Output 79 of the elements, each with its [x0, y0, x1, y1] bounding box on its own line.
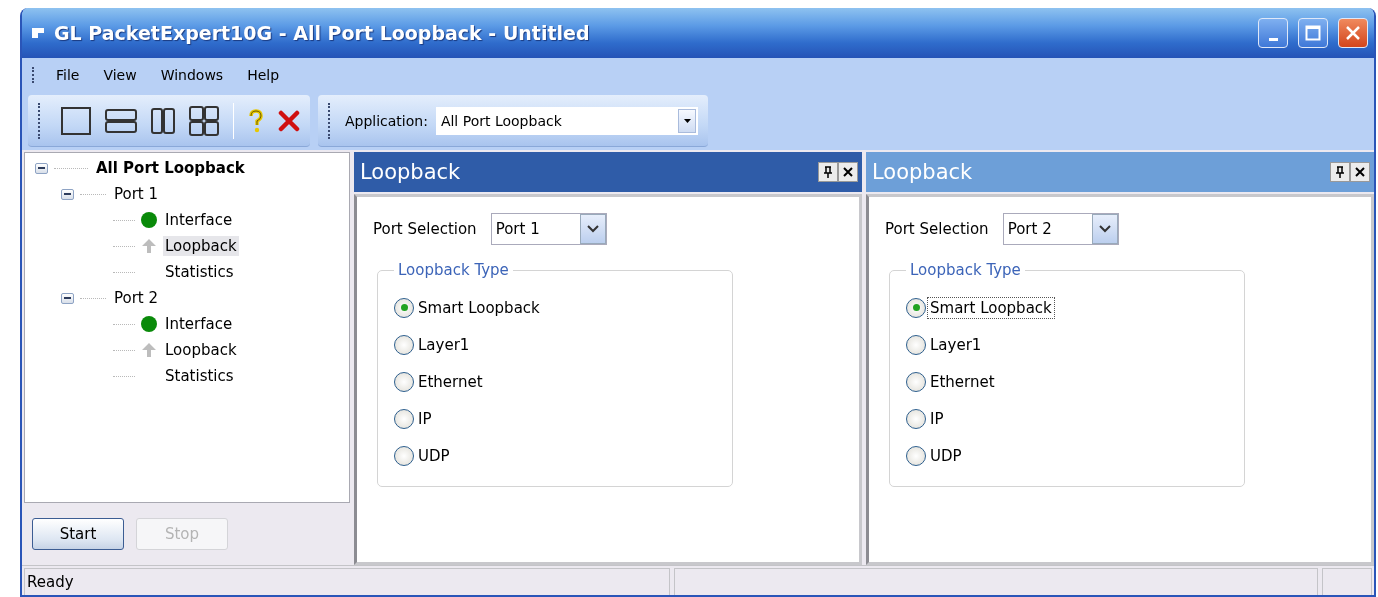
port-selection-label: Port Selection: [373, 220, 477, 238]
minimize-icon: [1268, 37, 1278, 41]
arrow-up-icon: [141, 238, 157, 254]
radio-label: IP: [417, 408, 433, 430]
radio-label: IP: [929, 408, 945, 430]
pin-icon: [823, 166, 833, 178]
port-dropdown[interactable]: Port 2: [1002, 213, 1119, 245]
app-icon: [32, 28, 44, 38]
tree-item[interactable]: Interface: [163, 210, 235, 230]
radio-label: Layer1: [929, 334, 983, 356]
radio-button[interactable]: [906, 297, 926, 318]
minimize-button[interactable]: [1258, 18, 1288, 48]
close-icon: [1345, 25, 1361, 41]
tree-item[interactable]: All Port Loopback: [94, 158, 247, 178]
port-selection-label: Port Selection: [885, 220, 989, 238]
panel-title: Loopback: [872, 160, 974, 184]
single-pane-icon[interactable]: [61, 106, 91, 135]
radio-button[interactable]: [906, 445, 926, 466]
radio-button[interactable]: [906, 334, 926, 355]
grip-icon: [38, 102, 41, 139]
pin-icon: [1335, 166, 1345, 178]
tree-item[interactable]: Port 1: [112, 184, 161, 204]
tree-item[interactable]: Loopback: [163, 236, 239, 256]
radio-button[interactable]: [906, 408, 926, 429]
tree-item[interactable]: Interface: [163, 314, 235, 334]
menu-item[interactable]: Help: [238, 65, 289, 85]
grip-icon: [32, 67, 35, 83]
radio-label: UDP: [929, 445, 963, 467]
pin-button[interactable]: [818, 162, 838, 182]
menu-item[interactable]: View: [94, 65, 146, 85]
application-label: Application:: [344, 112, 428, 129]
menu-item[interactable]: File: [47, 65, 89, 85]
radio-button[interactable]: [394, 371, 414, 392]
start-button[interactable]: Start: [32, 518, 124, 550]
grip-icon: [328, 102, 331, 139]
collapse-icon[interactable]: [61, 292, 74, 304]
arrow-up-icon: [141, 342, 157, 358]
close-icon: [1354, 166, 1366, 178]
chevron-down-icon: [1098, 225, 1111, 233]
maximize-icon: [1305, 25, 1321, 41]
radio-label: Ethernet: [417, 371, 484, 393]
grid-icon[interactable]: [189, 105, 219, 136]
group-title: Loopback Type: [909, 261, 1022, 279]
status-dot-icon: [141, 212, 157, 228]
panel-title: Loopback: [360, 160, 462, 184]
radio-label: UDP: [417, 445, 451, 467]
horizontal-split-icon[interactable]: [105, 108, 137, 133]
status-dot-icon: [141, 316, 157, 332]
help-icon[interactable]: [248, 108, 264, 133]
collapse-icon[interactable]: [35, 162, 48, 174]
radio-button[interactable]: [394, 445, 414, 466]
radio-label: Smart Loopback: [417, 297, 541, 319]
port-dropdown[interactable]: Port 1: [490, 213, 607, 245]
radio-button[interactable]: [394, 334, 414, 355]
application-dropdown[interactable]: All Port Loopback: [435, 106, 698, 135]
collapse-icon[interactable]: [61, 188, 74, 200]
close-button[interactable]: [838, 162, 858, 182]
close-button[interactable]: [1350, 162, 1370, 182]
tree-item[interactable]: Loopback: [163, 340, 239, 360]
close-icon: [842, 166, 854, 178]
status-text: Ready: [27, 573, 74, 591]
window-title: GL PacketExpert10G - All Port Loopback - Untitled: [54, 22, 591, 44]
tree-item[interactable]: Port 2: [112, 288, 161, 308]
tree-item[interactable]: Statistics: [163, 262, 236, 282]
caret-icon: [683, 118, 691, 123]
close-icon[interactable]: [278, 109, 300, 132]
maximize-button[interactable]: [1298, 18, 1328, 48]
menu-item[interactable]: Windows: [151, 65, 233, 85]
radio-label: Ethernet: [929, 371, 996, 393]
vertical-split-icon[interactable]: [151, 107, 175, 134]
group-title: Loopback Type: [397, 261, 510, 279]
tree-item[interactable]: Statistics: [163, 366, 236, 386]
pin-button[interactable]: [1330, 162, 1350, 182]
radio-button[interactable]: [394, 297, 414, 318]
radio-button[interactable]: [394, 408, 414, 429]
chevron-down-icon: [586, 225, 599, 233]
radio-button[interactable]: [906, 371, 926, 392]
radio-label: Smart Loopback: [927, 296, 1055, 319]
radio-label: Layer1: [417, 334, 471, 356]
